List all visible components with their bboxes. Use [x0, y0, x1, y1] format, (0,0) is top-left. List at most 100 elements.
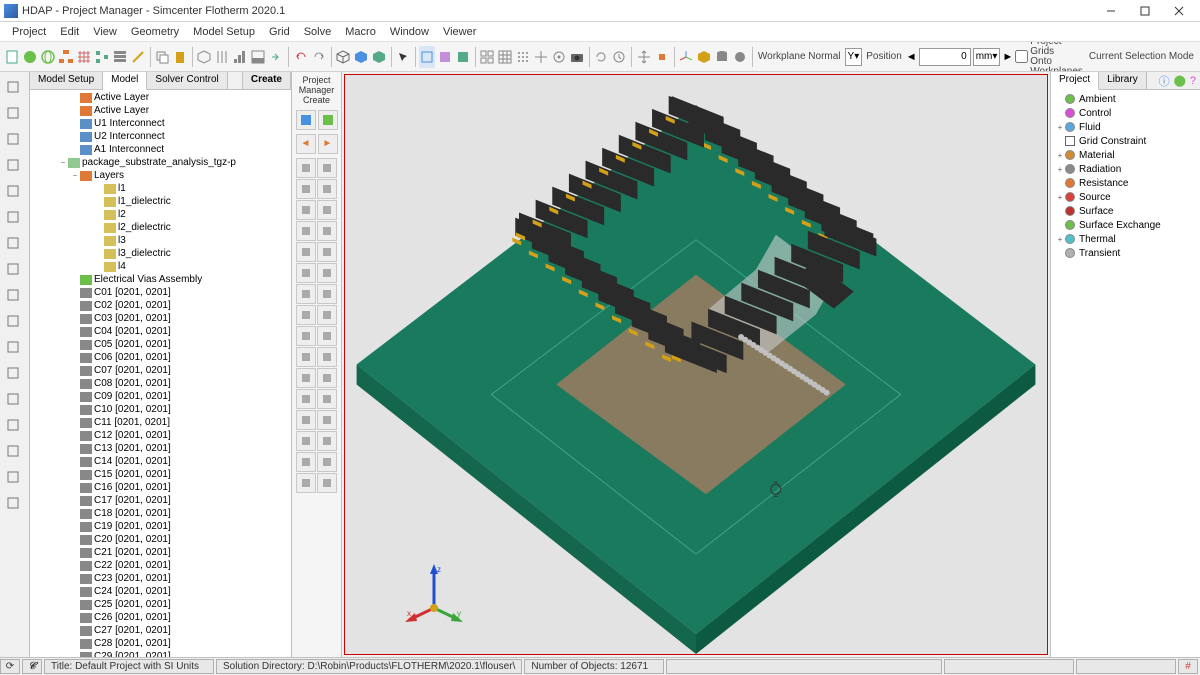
tree-item[interactable]: C22 [0201, 0201]: [30, 559, 291, 572]
create-tool-5-1[interactable]: [317, 263, 337, 283]
tree-item[interactable]: C03 [0201, 0201]: [30, 312, 291, 325]
shadecube-icon[interactable]: [371, 46, 387, 68]
create-tool-8-1[interactable]: [317, 326, 337, 346]
snap-icon[interactable]: [654, 46, 670, 68]
tree-item[interactable]: C18 [0201, 0201]: [30, 507, 291, 520]
create-tool-1-0[interactable]: [296, 179, 316, 199]
create-tool-2-0[interactable]: [296, 200, 316, 220]
tab-model-setup[interactable]: Model Setup: [30, 72, 103, 89]
tab-create[interactable]: Create: [242, 72, 291, 89]
wand-icon[interactable]: [130, 46, 146, 68]
wave-icon[interactable]: [2, 414, 24, 436]
create-tool-7-1[interactable]: [317, 305, 337, 325]
tree-icon[interactable]: [94, 46, 110, 68]
workplane-dropdown[interactable]: Y ▾: [845, 48, 863, 66]
tree-item[interactable]: Active Layer: [30, 104, 291, 117]
target-icon[interactable]: [551, 46, 567, 68]
create-tool-9-0[interactable]: [296, 347, 316, 367]
axis-gizmo[interactable]: z y x: [399, 558, 469, 628]
model-tree[interactable]: Active LayerActive LayerU1 InterconnectU…: [30, 90, 291, 657]
grid-icon[interactable]: [76, 46, 92, 68]
create-tool-14-1[interactable]: [317, 452, 337, 472]
create-tool-11-1[interactable]: [317, 389, 337, 409]
menu-geometry[interactable]: Geometry: [125, 24, 185, 40]
property-tree[interactable]: AmbientControl+FluidGrid Constraint+Mate…: [1051, 90, 1200, 657]
prop-radiation[interactable]: +Radiation: [1051, 162, 1200, 176]
cube-icon[interactable]: [196, 46, 212, 68]
align-v-icon[interactable]: [214, 46, 230, 68]
tree-item[interactable]: C12 [0201, 0201]: [30, 429, 291, 442]
tree-item[interactable]: C21 [0201, 0201]: [30, 546, 291, 559]
tree-item[interactable]: Active Layer: [30, 91, 291, 104]
dots2-icon[interactable]: [2, 180, 24, 202]
tree-item[interactable]: C17 [0201, 0201]: [30, 494, 291, 507]
tree-item[interactable]: C01 [0201, 0201]: [30, 286, 291, 299]
tree-item[interactable]: C10 [0201, 0201]: [30, 403, 291, 416]
create-tool-15-1[interactable]: [317, 473, 337, 493]
diamond-icon[interactable]: [2, 102, 24, 124]
tab-model[interactable]: Model: [103, 72, 147, 90]
prop-transient[interactable]: Transient: [1051, 246, 1200, 260]
cylinder-icon[interactable]: [714, 46, 730, 68]
tree-item[interactable]: l3_dielectric: [30, 247, 291, 260]
prop-resistance[interactable]: Resistance: [1051, 176, 1200, 190]
prop-control[interactable]: Control: [1051, 106, 1200, 120]
tree-item[interactable]: C24 [0201, 0201]: [30, 585, 291, 598]
create-tool-7-0[interactable]: [296, 305, 316, 325]
globe-icon[interactable]: [22, 46, 38, 68]
tree-item[interactable]: C28 [0201, 0201]: [30, 637, 291, 650]
tree-item[interactable]: l2_dielectric: [30, 221, 291, 234]
create-tool-4-0[interactable]: [296, 242, 316, 262]
undo-icon[interactable]: [293, 46, 309, 68]
position-prev-icon[interactable]: ◄: [906, 46, 917, 68]
tree-item[interactable]: A1 Interconnect: [30, 143, 291, 156]
pointer-icon[interactable]: [395, 46, 411, 68]
dots-icon[interactable]: [2, 154, 24, 176]
tree-item[interactable]: C29 [0201, 0201]: [30, 650, 291, 657]
pm-arrow-l-icon[interactable]: ◄: [296, 134, 316, 154]
tree-item[interactable]: C04 [0201, 0201]: [30, 325, 291, 338]
create-tool-13-0[interactable]: [296, 431, 316, 451]
sel-cube-icon[interactable]: [419, 46, 435, 68]
wirecube-icon[interactable]: [335, 46, 351, 68]
prop-material[interactable]: +Material: [1051, 148, 1200, 162]
square-icon[interactable]: [2, 466, 24, 488]
right-icon[interactable]: [268, 46, 284, 68]
create-tool-5-0[interactable]: [296, 263, 316, 283]
menu-window[interactable]: Window: [384, 24, 435, 40]
prop-surface[interactable]: Surface: [1051, 204, 1200, 218]
maximize-button[interactable]: [1128, 0, 1162, 22]
create-tool-12-0[interactable]: [296, 410, 316, 430]
minimize-button[interactable]: [1094, 0, 1128, 22]
tab-project[interactable]: Project: [1051, 72, 1099, 90]
projgrids-checkbox[interactable]: Project GridsOnto Workplanes: [1015, 42, 1083, 72]
axes-icon[interactable]: [678, 46, 694, 68]
book-icon[interactable]: [2, 258, 24, 280]
create-tool-6-0[interactable]: [296, 284, 316, 304]
camera-icon[interactable]: [569, 46, 585, 68]
menu-macro[interactable]: Macro: [339, 24, 382, 40]
position-next-icon[interactable]: ►: [1002, 46, 1013, 68]
menu-model-setup[interactable]: Model Setup: [187, 24, 261, 40]
levels-icon[interactable]: [232, 46, 248, 68]
tree-item[interactable]: C26 [0201, 0201]: [30, 611, 291, 624]
tree-item[interactable]: C16 [0201, 0201]: [30, 481, 291, 494]
prop-thermal[interactable]: +Thermal: [1051, 232, 1200, 246]
user-icon[interactable]: ⬤: [1174, 74, 1186, 87]
tree-item[interactable]: C13 [0201, 0201]: [30, 442, 291, 455]
status-grid-icon[interactable]: #: [1178, 659, 1198, 674]
create-tool-2-1[interactable]: [317, 200, 337, 220]
globe2-icon[interactable]: [40, 46, 56, 68]
tree-item[interactable]: C05 [0201, 0201]: [30, 338, 291, 351]
menu-solve[interactable]: Solve: [298, 24, 338, 40]
close-button[interactable]: [1162, 0, 1196, 22]
solidcube-icon[interactable]: [353, 46, 369, 68]
hint-icon[interactable]: ?: [1190, 75, 1196, 87]
create-tool-0-1[interactable]: [317, 158, 337, 178]
create-tool-3-0[interactable]: [296, 221, 316, 241]
tree-item[interactable]: C08 [0201, 0201]: [30, 377, 291, 390]
help-icon[interactable]: ⓘ: [1159, 73, 1170, 89]
create-tool-9-1[interactable]: [317, 347, 337, 367]
tree-item[interactable]: C11 [0201, 0201]: [30, 416, 291, 429]
create-tool-0-0[interactable]: [296, 158, 316, 178]
